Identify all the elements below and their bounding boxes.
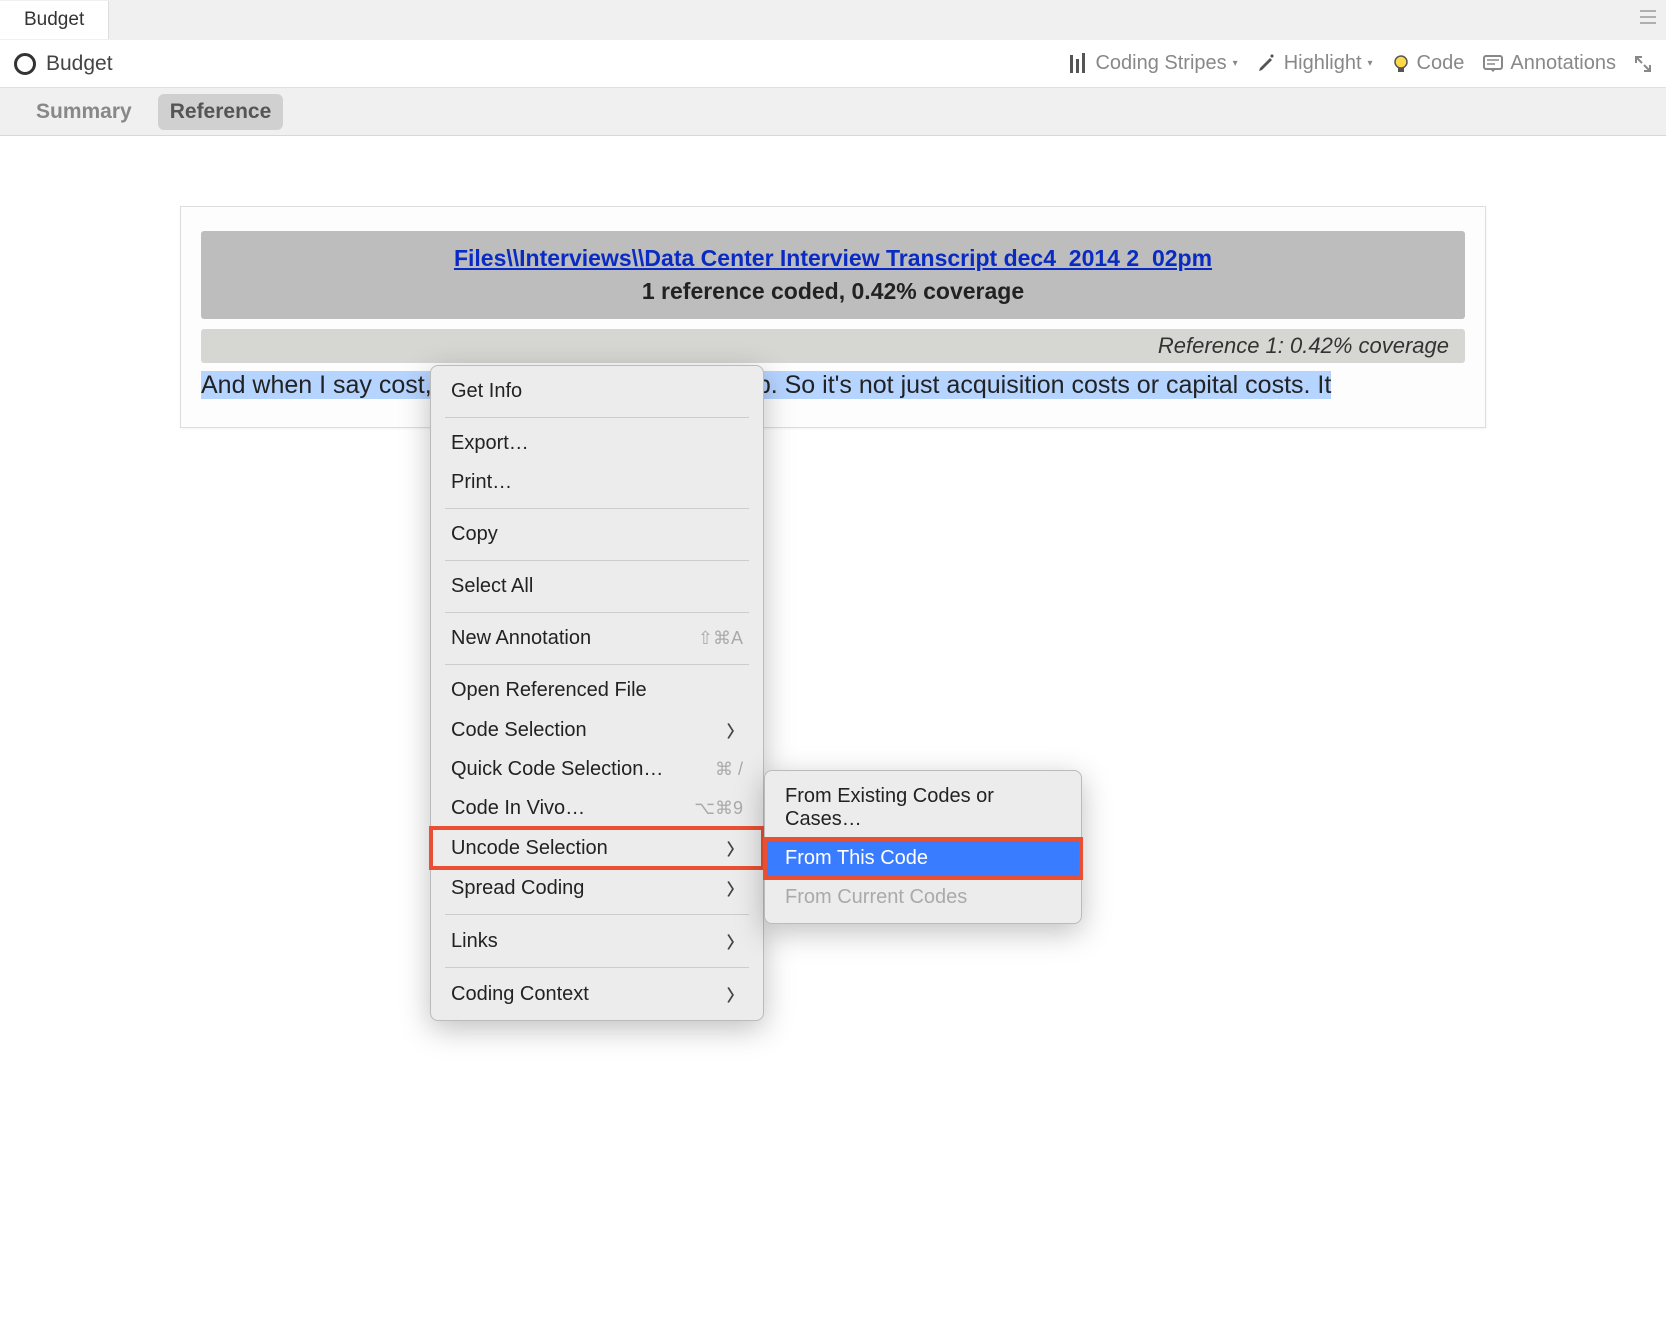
menu-spread-coding[interactable]: Spread Coding〉 bbox=[431, 868, 763, 908]
menu-quick-code[interactable]: Quick Code Selection…⌘ / bbox=[431, 750, 763, 789]
document-title: Budget bbox=[46, 52, 113, 76]
submenu-from-existing[interactable]: From Existing Codes or Cases… bbox=[765, 777, 1081, 839]
code-button[interactable]: Code bbox=[1391, 52, 1465, 75]
menu-select-all[interactable]: Select All bbox=[431, 567, 763, 606]
file-link[interactable]: Files\\Interviews\\Data Center Interview… bbox=[454, 245, 1212, 271]
reference-panel: Files\\Interviews\\Data Center Interview… bbox=[180, 206, 1486, 428]
highlight-icon bbox=[1256, 53, 1278, 75]
submenu-from-this-code[interactable]: From This Code bbox=[765, 839, 1081, 878]
annotations-button[interactable]: Annotations bbox=[1482, 52, 1616, 75]
selected-text[interactable]: And when I say cost, I mean total cost o… bbox=[201, 371, 1331, 399]
coding-stripes-button[interactable]: Coding Stripes ▾ bbox=[1067, 52, 1237, 75]
highlight-button[interactable]: Highlight ▾ bbox=[1256, 52, 1373, 75]
menu-open-referenced[interactable]: Open Referenced File bbox=[431, 671, 763, 710]
subtab-bar: Summary Reference bbox=[0, 88, 1666, 136]
expand-icon[interactable] bbox=[1634, 55, 1652, 73]
menu-separator bbox=[445, 914, 749, 915]
tab-bar: Budget bbox=[0, 0, 1666, 40]
coding-stripes-icon bbox=[1067, 53, 1089, 75]
menu-export[interactable]: Export… bbox=[431, 424, 763, 463]
document-icon bbox=[14, 53, 36, 75]
menu-code-in-vivo[interactable]: Code In Vivo…⌥⌘9 bbox=[431, 789, 763, 828]
submenu-from-current: From Current Codes bbox=[765, 878, 1081, 917]
chevron-right-icon: 〉 bbox=[727, 929, 743, 953]
chevron-right-icon: 〉 bbox=[727, 982, 743, 1006]
menu-print[interactable]: Print… bbox=[431, 463, 763, 502]
tab-reference[interactable]: Reference bbox=[158, 94, 284, 130]
context-menu: Get Info Export… Print… Copy Select All … bbox=[430, 365, 764, 1021]
chevron-right-icon: 〉 bbox=[727, 718, 743, 742]
menu-separator bbox=[445, 664, 749, 665]
document-toolbar: Budget Coding Stripes ▾ Highlight ▾ Code bbox=[0, 40, 1666, 88]
uncode-submenu: From Existing Codes or Cases… From This … bbox=[764, 770, 1082, 924]
menu-code-selection[interactable]: Code Selection〉 bbox=[431, 710, 763, 750]
file-header: Files\\Interviews\\Data Center Interview… bbox=[201, 231, 1465, 319]
tab-summary[interactable]: Summary bbox=[24, 94, 144, 130]
menu-separator bbox=[445, 967, 749, 968]
menu-separator bbox=[445, 508, 749, 509]
menu-separator bbox=[445, 560, 749, 561]
bulb-icon bbox=[1391, 54, 1411, 74]
chevron-right-icon: 〉 bbox=[727, 876, 743, 900]
hamburger-icon[interactable] bbox=[1640, 10, 1656, 24]
menu-copy[interactable]: Copy bbox=[431, 515, 763, 554]
tab-budget[interactable]: Budget bbox=[0, 1, 109, 39]
menu-links[interactable]: Links〉 bbox=[431, 921, 763, 961]
reference-excerpt[interactable]: And when I say cost, I mean total cost o… bbox=[201, 369, 1465, 403]
reference-label: Reference 1: 0.42% coverage bbox=[201, 329, 1465, 363]
annotation-icon bbox=[1482, 53, 1504, 75]
menu-uncode-selection[interactable]: Uncode Selection〉 bbox=[431, 828, 763, 868]
menu-new-annotation[interactable]: New Annotation⇧⌘A bbox=[431, 619, 763, 658]
menu-coding-context[interactable]: Coding Context〉 bbox=[431, 974, 763, 1014]
menu-separator bbox=[445, 417, 749, 418]
chevron-right-icon: 〉 bbox=[727, 836, 743, 860]
menu-get-info[interactable]: Get Info bbox=[431, 372, 763, 411]
menu-separator bbox=[445, 612, 749, 613]
content-area: Files\\Interviews\\Data Center Interview… bbox=[0, 136, 1666, 1326]
coverage-summary: 1 reference coded, 0.42% coverage bbox=[221, 278, 1445, 305]
